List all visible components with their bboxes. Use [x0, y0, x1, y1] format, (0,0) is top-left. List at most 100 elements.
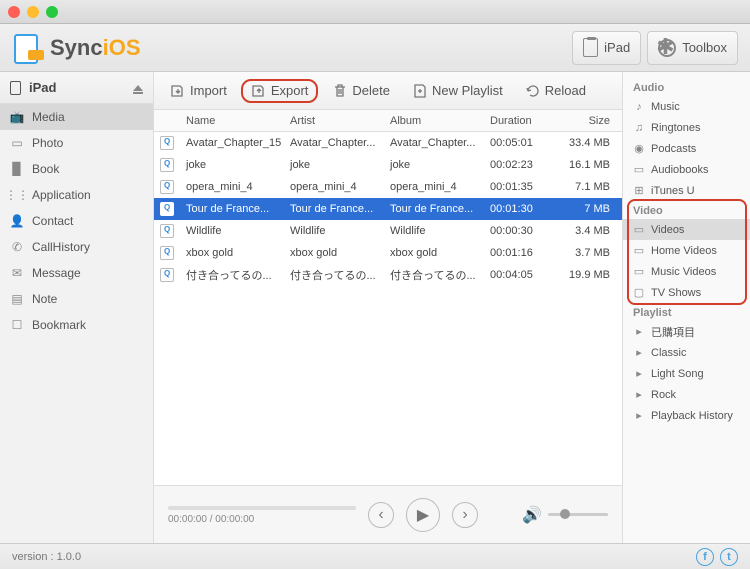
video-item-tv-shows[interactable]: ▢TV Shows: [623, 282, 750, 303]
photo-icon: ▭: [10, 137, 24, 149]
table-header: Name Artist Album Duration Size: [154, 110, 622, 132]
delete-button[interactable]: Delete: [324, 80, 398, 102]
playlist-item-icon: ▸: [633, 368, 645, 380]
prev-button[interactable]: ‹: [368, 502, 394, 528]
version-label: version : 1.0.0: [12, 551, 81, 563]
volume-control[interactable]: 🔊: [522, 505, 608, 525]
trash-icon: [332, 83, 348, 99]
col-artist[interactable]: Artist: [284, 110, 384, 131]
playlist-item-light-song[interactable]: ▸Light Song: [623, 363, 750, 384]
cell-album: 付き合ってるの...: [384, 264, 484, 286]
cell-duration: 00:02:23: [484, 154, 554, 176]
audio-item-itunes-u[interactable]: ⊞iTunes U: [623, 180, 750, 201]
file-icon: [160, 224, 174, 238]
export-button[interactable]: Export: [241, 79, 319, 103]
nav-item-photo[interactable]: ▭Photo: [0, 130, 153, 156]
next-button[interactable]: ›: [452, 502, 478, 528]
twitter-icon[interactable]: t: [720, 548, 738, 566]
nav-item-callhistory[interactable]: ✆CallHistory: [0, 234, 153, 260]
cell-album: xbox gold: [384, 242, 484, 264]
right-sidebar: Audio ♪Music♫Ringtones◉Podcasts▭Audioboo…: [622, 72, 750, 543]
col-duration[interactable]: Duration: [484, 110, 554, 131]
audio-item-icon: ▭: [633, 164, 645, 176]
device-toggle-label: iPad: [604, 40, 630, 55]
bookmark-icon: ☐: [10, 319, 24, 331]
toolbar: Import Export Delete New Playlist Reload: [154, 72, 622, 110]
audio-item-ringtones[interactable]: ♫Ringtones: [623, 117, 750, 138]
cell-size: 3.4 MB: [554, 220, 622, 242]
note-icon: ▤: [10, 293, 24, 305]
audio-item-podcasts[interactable]: ◉Podcasts: [623, 138, 750, 159]
volume-icon: 🔊: [522, 505, 542, 525]
close-window-button[interactable]: [8, 6, 20, 18]
facebook-icon[interactable]: f: [696, 548, 714, 566]
cell-duration: 00:05:01: [484, 132, 554, 154]
table-row[interactable]: Tour de France...Tour de France...Tour d…: [154, 198, 622, 220]
nav-item-note[interactable]: ▤Note: [0, 286, 153, 312]
table-row[interactable]: WildlifeWildlifeWildlife00:00:303.4 MB: [154, 220, 622, 242]
cell-name: xbox gold: [180, 242, 284, 264]
nav-item-message[interactable]: ✉Message: [0, 260, 153, 286]
reload-button[interactable]: Reload: [517, 80, 594, 102]
video-item-icon: ▭: [633, 266, 645, 278]
volume-slider[interactable]: [548, 513, 608, 516]
app-header: SynciOS iPad Toolbox: [0, 24, 750, 72]
import-icon: [170, 83, 186, 99]
gear-icon: [658, 39, 676, 57]
file-icon: [160, 158, 174, 172]
book-icon: ▉: [10, 163, 24, 175]
progress-bar[interactable]: [168, 506, 356, 510]
application-icon: ⋮⋮: [10, 189, 24, 201]
col-name[interactable]: Name: [180, 110, 284, 131]
playlist-item-classic[interactable]: ▸Classic: [623, 342, 750, 363]
video-item-music-videos[interactable]: ▭Music Videos: [623, 261, 750, 282]
minimize-window-button[interactable]: [27, 6, 39, 18]
window-titlebar: [0, 0, 750, 24]
playlist-item-已購項目[interactable]: ▸已購項目: [623, 321, 750, 342]
nav-item-application[interactable]: ⋮⋮Application: [0, 182, 153, 208]
table-row[interactable]: jokejokejoke00:02:2316.1 MB: [154, 154, 622, 176]
nav-item-contact[interactable]: 👤Contact: [0, 208, 153, 234]
cell-name: joke: [180, 154, 284, 176]
import-button[interactable]: Import: [162, 80, 235, 102]
table-row[interactable]: Avatar_Chapter_15Avatar_Chapter...Avatar…: [154, 132, 622, 154]
cell-name: Avatar_Chapter_15: [180, 132, 284, 154]
nav-item-media[interactable]: 📺Media: [0, 104, 153, 130]
new-playlist-button[interactable]: New Playlist: [404, 80, 511, 102]
toolbox-label: Toolbox: [682, 40, 727, 55]
cell-duration: 00:00:30: [484, 220, 554, 242]
nav-item-bookmark[interactable]: ☐Bookmark: [0, 312, 153, 338]
audio-item-audiobooks[interactable]: ▭Audiobooks: [623, 159, 750, 180]
table-row[interactable]: opera_mini_4opera_mini_4opera_mini_400:0…: [154, 176, 622, 198]
video-item-home-videos[interactable]: ▭Home Videos: [623, 240, 750, 261]
col-size[interactable]: Size: [554, 110, 622, 131]
playlist-item-icon: ▸: [633, 410, 645, 422]
table-row[interactable]: xbox goldxbox goldxbox gold00:01:163.7 M…: [154, 242, 622, 264]
col-album[interactable]: Album: [384, 110, 484, 131]
device-header[interactable]: iPad: [0, 72, 153, 104]
device-toggle-button[interactable]: iPad: [572, 31, 641, 65]
cell-artist: Wildlife: [284, 220, 384, 242]
nav-item-book[interactable]: ▉Book: [0, 156, 153, 182]
audio-item-icon: ⊞: [633, 185, 645, 197]
cell-artist: opera_mini_4: [284, 176, 384, 198]
eject-icon[interactable]: [133, 85, 143, 91]
cell-album: opera_mini_4: [384, 176, 484, 198]
cell-artist: xbox gold: [284, 242, 384, 264]
table-row[interactable]: 付き合ってるの...付き合ってるの...付き合ってるの...00:04:0519…: [154, 264, 622, 286]
playlist-item-playback-history[interactable]: ▸Playback History: [623, 405, 750, 426]
audio-item-music[interactable]: ♪Music: [623, 96, 750, 117]
maximize-window-button[interactable]: [46, 6, 58, 18]
play-button[interactable]: ▶: [406, 498, 440, 532]
playlist-item-icon: ▸: [633, 389, 645, 401]
contact-icon: 👤: [10, 215, 24, 227]
cell-size: 7 MB: [554, 198, 622, 220]
export-icon: [251, 83, 267, 99]
video-item-videos[interactable]: ▭Videos: [623, 219, 750, 240]
main-panel: Import Export Delete New Playlist Reload…: [154, 72, 622, 543]
playlist-item-rock[interactable]: ▸Rock: [623, 384, 750, 405]
toolbox-button[interactable]: Toolbox: [647, 31, 738, 65]
cell-name: opera_mini_4: [180, 176, 284, 198]
table-body: Avatar_Chapter_15Avatar_Chapter...Avatar…: [154, 132, 622, 485]
cell-artist: Tour de France...: [284, 198, 384, 220]
